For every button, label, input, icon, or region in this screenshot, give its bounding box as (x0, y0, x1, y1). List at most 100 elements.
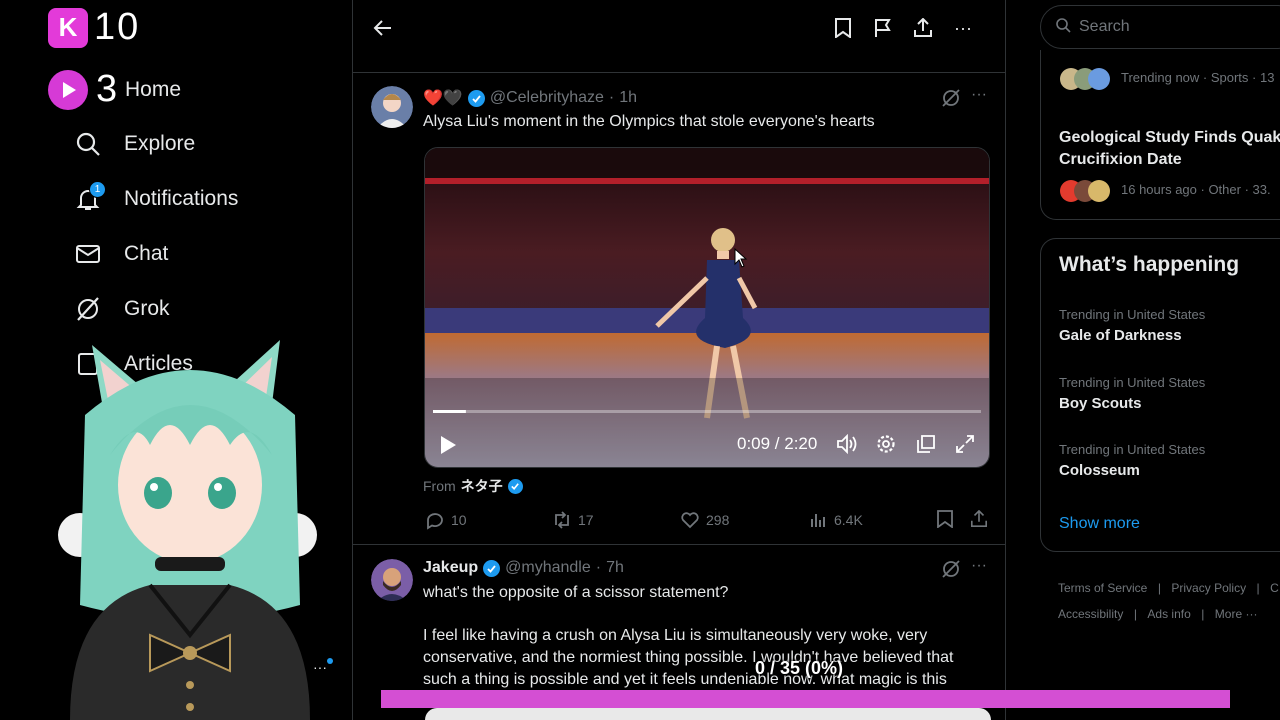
trend-category: Trending in United States (1059, 307, 1206, 322)
nav-chat-label: Chat (124, 242, 169, 265)
reply-icon (427, 513, 443, 530)
media-preview[interactable] (425, 708, 991, 720)
source-name[interactable]: ネタ子 (461, 475, 503, 497)
trend-item[interactable]: Trending in United States Gale of Darkne… (1041, 303, 1280, 353)
show-more-link[interactable]: Show more (1059, 515, 1140, 533)
nav-grok[interactable]: Grok (74, 289, 170, 329)
footer-link[interactable]: More ··· (1215, 607, 1258, 621)
verified-badge-icon (467, 89, 485, 107)
nav-home-label: Home (125, 78, 182, 101)
avatar[interactable] (371, 559, 413, 601)
repost-count: 17 (578, 512, 594, 528)
nav-grok-label: Grok (124, 297, 170, 320)
trend-avatars (1060, 68, 1110, 90)
share-icon[interactable] (970, 509, 988, 533)
nav-home[interactable]: Home (98, 70, 181, 110)
play-icon[interactable] (435, 432, 461, 458)
like-count: 298 (706, 512, 730, 528)
repost-button[interactable]: 17 (552, 510, 594, 530)
views-icon (811, 514, 825, 527)
volume-icon[interactable] (835, 432, 859, 456)
reply-button[interactable]: 10 (425, 510, 467, 530)
search-icon (1055, 17, 1071, 38)
story-meta: 16 hours ago · Other · 33. (1121, 182, 1271, 197)
trend-meta: Trending now · Sports · 13 (1121, 70, 1275, 85)
k-logo-icon: K (48, 7, 88, 48)
post-time[interactable]: 1h (619, 89, 637, 107)
grok-icon[interactable] (941, 559, 961, 584)
video-player[interactable]: 0:09 / 2:20 (424, 147, 990, 468)
footer-link[interactable]: Ads info (1147, 607, 1190, 621)
post-author-name[interactable]: Jakeup (423, 559, 478, 577)
post-handle[interactable]: @Celebrityhaze (490, 89, 604, 107)
stream-progress-bar (381, 690, 1230, 708)
footer-link[interactable]: C (1270, 581, 1279, 595)
fullscreen-icon[interactable] (953, 432, 977, 456)
nav-explore[interactable]: Explore (74, 124, 195, 164)
views-button[interactable]: 6.4K (808, 510, 863, 530)
stream-progress-text: 0 / 35 (0%) (755, 658, 844, 678)
footer-link[interactable]: Privacy Policy (1171, 581, 1246, 595)
flag-icon[interactable] (869, 14, 897, 42)
more-options-icon[interactable]: ··· (949, 14, 977, 42)
trend-item[interactable]: Trending in United States Colosseum (1041, 438, 1280, 488)
left-sidebar: K 10 3 Home Explore 1 Notifications Chat (0, 0, 352, 720)
unread-dot (327, 658, 333, 664)
play-logo-icon (48, 69, 88, 110)
trend-name: Boy Scouts (1059, 395, 1142, 412)
more-dots-icon[interactable]: ··· (313, 659, 327, 675)
trend-category: Trending in United States (1059, 442, 1206, 457)
nav-chat[interactable]: Chat (74, 234, 168, 274)
mail-icon (74, 240, 102, 268)
nav-notifications-label: Notifications (124, 187, 239, 210)
from-label: From (423, 478, 456, 494)
footer-links: Terms of Service | Privacy Policy | C Ac… (1058, 581, 1279, 621)
post-text: Alysa Liu's moment in the Olympics that … (423, 113, 875, 130)
bookmark-icon[interactable] (937, 510, 953, 533)
post-text-line: I feel like having a crush on Alysa Liu … (423, 627, 928, 644)
share-icon[interactable] (909, 14, 937, 42)
post-text-line: such a thing is possible and yet it feel… (423, 671, 947, 688)
search-box[interactable]: Search (1040, 5, 1280, 49)
post-text-line: conservative, and the normiest thing pos… (423, 649, 954, 666)
story-avatars (1060, 180, 1110, 202)
mouse-cursor-icon (734, 248, 748, 268)
nav-notifications[interactable]: 1 Notifications (74, 179, 238, 219)
repost-icon (555, 511, 569, 529)
picture-in-picture-icon[interactable] (914, 432, 938, 456)
footer-link[interactable]: Terms of Service (1058, 581, 1147, 595)
trend-item[interactable]: Trending in United States Boy Scouts (1041, 371, 1280, 421)
post-more-icon[interactable]: ··· (971, 86, 987, 104)
video-frame (425, 148, 989, 467)
post-time[interactable]: 7h (606, 559, 624, 577)
nav-explore-label: Explore (124, 132, 196, 155)
post-more-icon[interactable]: ··· (971, 557, 987, 575)
heart-emoji: ❤️🖤 (423, 90, 463, 107)
k-counter-overlay: K 10 (48, 6, 140, 49)
like-button[interactable]: 298 (680, 510, 729, 530)
search-placeholder: Search (1079, 18, 1130, 35)
footer-link[interactable]: Accessibility (1058, 607, 1123, 621)
k-counter-value: 10 (94, 6, 141, 48)
video-time: 0:09 / 2:20 (737, 434, 818, 453)
whats-happening-card: What’s happening Trending in United Stat… (1040, 238, 1280, 552)
vtuber-avatar (58, 340, 317, 720)
bell-icon: 1 (74, 181, 106, 213)
story-title[interactable]: Geological Study Finds Quak (1059, 129, 1280, 147)
bookmark-icon[interactable] (829, 14, 857, 42)
view-count: 6.4K (834, 512, 863, 528)
trend-category: Trending in United States (1059, 375, 1206, 390)
post-handle[interactable]: @myhandle (505, 559, 591, 577)
section-title: What’s happening (1059, 253, 1240, 276)
back-arrow-icon[interactable] (369, 14, 397, 42)
settings-gear-icon[interactable] (874, 432, 898, 456)
search-icon (74, 130, 102, 158)
grok-icon[interactable] (941, 88, 961, 113)
trend-name: Gale of Darkness (1059, 327, 1182, 344)
story-title[interactable]: Crucifixion Date (1059, 151, 1182, 169)
post-header: Jakeup @myhandle · 7h (423, 559, 624, 577)
verified-badge-icon (507, 478, 523, 494)
avatar[interactable] (371, 86, 413, 128)
heart-icon (681, 512, 699, 529)
post-text-line: what's the opposite of a scissor stateme… (423, 584, 729, 601)
